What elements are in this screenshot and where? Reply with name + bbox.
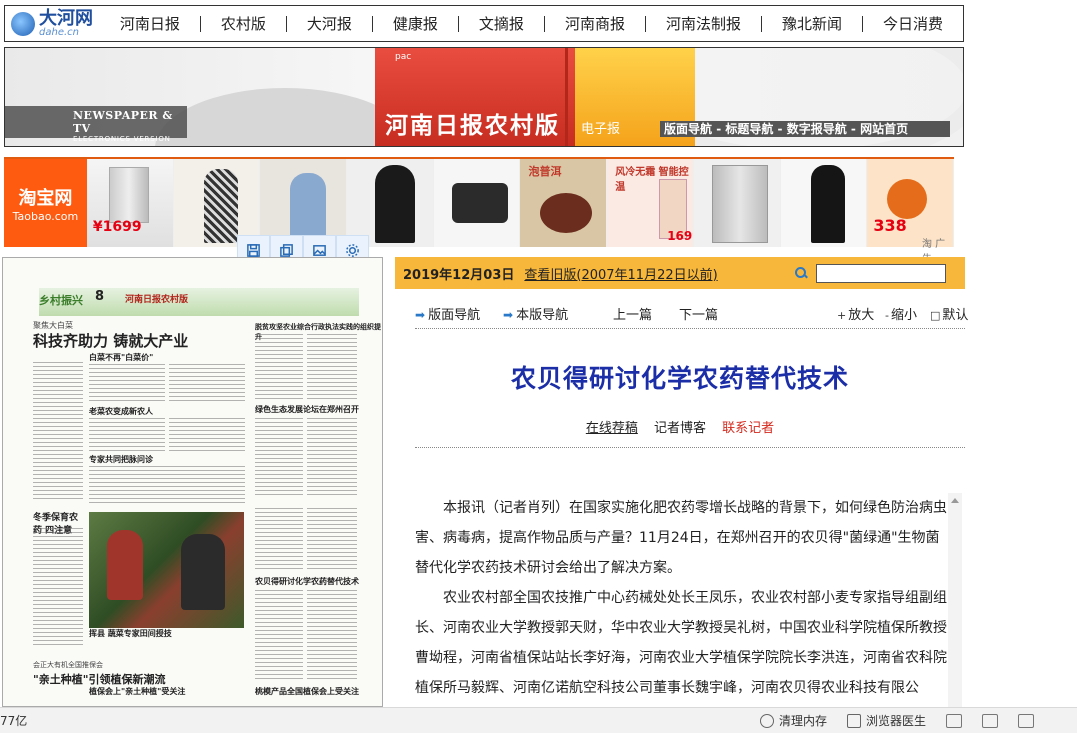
status-left-text: 77亿 <box>0 714 28 728</box>
square-icon: □ <box>930 309 941 322</box>
arrow-right-icon: ➡ <box>415 308 426 322</box>
arrow-right-icon: ➡ <box>503 308 514 322</box>
ad-heater[interactable]: 338 <box>867 159 955 247</box>
plus-box-icon <box>847 713 862 728</box>
newspaper-page-preview[interactable]: 乡村振兴 8 河南日报农村版 聚焦大白菜 科技齐助力 铸就大产业 白菜不再"白菜… <box>2 257 383 707</box>
paper-title-block: pac 河南日报农村版 <box>375 48 575 146</box>
banner-navigation: 版面导航 - 标题导航 - 数字报导航 - 网站首页 <box>660 121 950 137</box>
this-page-nav-link[interactable]: ➡ 本版导航 <box>503 304 568 323</box>
issue-date: 2019年12月03日 <box>403 267 515 283</box>
article-navigation: ➡ 版面导航 ➡ 本版导航 上一篇 下一篇 + 放大 - 缩小 □ 默认 <box>415 289 968 329</box>
banner-nav-page[interactable]: 版面导航 <box>664 122 712 136</box>
minus-icon: - <box>885 309 889 322</box>
banner-nav-digital[interactable]: 数字报导航 <box>787 122 847 136</box>
top-navigation-bar: 大河网 dahe.cn 河南日报 农村版 大河报 健康报 文摘报 河南商报 河南… <box>4 5 964 42</box>
paper-title: 河南日报农村版 <box>385 113 560 139</box>
ad-dress-plaid[interactable] <box>173 159 261 247</box>
ad-price: ¥1699 <box>92 219 142 235</box>
article-body: 本报讯（记者肖列）在国家实施化肥农药零增长战略的背景下，如何绿色防治病虫害、病毒… <box>415 493 947 707</box>
nav-link-business[interactable]: 河南商报 <box>545 15 646 32</box>
search-input[interactable] <box>815 263 946 283</box>
zoom-in-button[interactable]: + 放大 <box>837 304 874 323</box>
nav-link-henan-daily[interactable]: 河南日报 <box>100 15 201 32</box>
ad-fridge-smart[interactable]: 风冷无霜 智能控温 1699 <box>607 159 694 247</box>
browser-status-bar: 77亿 清理内存 浏览器医生 <box>0 707 1077 733</box>
ad-refrigerator[interactable]: ¥1699 <box>86 159 174 247</box>
plus-icon: + <box>837 309 847 322</box>
article-scrollbar[interactable] <box>948 493 962 707</box>
ad-dress-blue[interactable] <box>260 159 348 247</box>
ad-double-fridge[interactable] <box>693 159 781 247</box>
banner-nav-title[interactable]: 标题导航 <box>725 122 773 136</box>
logo-text: 大河网 <box>39 7 93 29</box>
article-paragraph: 本报讯（记者肖列）在国家实施化肥农药零增长战略的背景下，如何绿色防治病虫害、病毒… <box>415 500 947 576</box>
nav-link-yubei[interactable]: 豫北新闻 <box>762 15 863 32</box>
scroll-up-icon[interactable] <box>951 498 959 503</box>
clock-icon <box>760 713 774 728</box>
next-article-link[interactable]: 下一篇 <box>679 304 718 323</box>
speaker-icon[interactable] <box>1018 713 1035 728</box>
logo-domain: dahe.cn <box>39 26 79 38</box>
reporter-blog-link[interactable]: 记者博客 <box>654 421 706 436</box>
page-header: 乡村振兴 8 河南日报农村版 <box>39 288 359 316</box>
taobao-ad-strip: 淘宝网 Taobao.com ¥1699 泡普洱 风冷无霜 智能控温 1699 … <box>4 157 955 265</box>
dahe-logo[interactable]: 大河网 dahe.cn <box>5 6 100 41</box>
news-photo <box>89 512 244 628</box>
clean-memory-button[interactable]: 清理内存 <box>760 712 827 729</box>
article-title: 农贝得研讨化学农药替代技术 <box>510 364 849 393</box>
article-byline: 在线荐稿 记者博客 联系记者 <box>395 417 965 436</box>
ad-dress-black[interactable] <box>780 159 868 247</box>
search-icon[interactable] <box>794 266 808 280</box>
nav-link-health[interactable]: 健康报 <box>373 15 459 32</box>
nav-link-rural-edition[interactable]: 农村版 <box>201 15 287 32</box>
home-icon[interactable] <box>946 713 963 728</box>
prev-article-link[interactable]: 上一篇 <box>613 304 652 323</box>
banner-nav-home[interactable]: 网站首页 <box>860 122 908 136</box>
page-nav-link[interactable]: ➡ 版面导航 <box>415 304 480 323</box>
zoom-out-button[interactable]: - 缩小 <box>885 304 917 323</box>
preview-headline: 科技齐助力 铸就大产业 <box>33 332 189 350</box>
browser-doctor-button[interactable]: 浏览器医生 <box>847 712 926 729</box>
ad-coat-black[interactable] <box>347 159 434 247</box>
contact-reporter-link[interactable]: 联系记者 <box>722 421 774 436</box>
default-size-button[interactable]: □ 默认 <box>930 304 968 323</box>
nav-link-digest[interactable]: 文摘报 <box>459 15 545 32</box>
epaper-banner: NEWSPAPER & TV ELECTRONICS VERSION pac 河… <box>4 47 964 147</box>
nav-link-dahe-bao[interactable]: 大河报 <box>287 15 373 32</box>
nav-link-consumer[interactable]: 今日消费 <box>863 16 963 32</box>
dahe-logo-icon <box>11 11 35 36</box>
old-edition-link[interactable]: 查看旧版(2007年11月22日以前) <box>524 264 717 283</box>
newspaper-tv-label: NEWSPAPER & TV ELECTRONICS VERSION <box>5 106 187 143</box>
epaper-label: 电子报 <box>581 122 621 137</box>
ad-bag[interactable] <box>433 159 521 247</box>
flag-icon[interactable] <box>982 713 999 728</box>
article-panel: 2019年12月03日 查看旧版(2007年11月22日以前) ➡ 版面导航 ➡ 本… <box>395 257 968 707</box>
taobao-logo[interactable]: 淘宝网 Taobao.com <box>4 159 87 247</box>
nav-link-legal[interactable]: 河南法制报 <box>646 15 762 32</box>
pac-logo: pac <box>395 52 412 62</box>
article-paragraph: 农业农村部全国农技推广中心药械处处长王凤乐，农业农村部小麦专家指导组副组长、河南… <box>415 590 947 696</box>
online-recommend-link[interactable]: 在线荐稿 <box>586 421 638 436</box>
ad-teapot[interactable]: 泡普洱 <box>520 159 608 247</box>
date-bar: 2019年12月03日 查看旧版(2007年11月22日以前) <box>395 257 965 289</box>
